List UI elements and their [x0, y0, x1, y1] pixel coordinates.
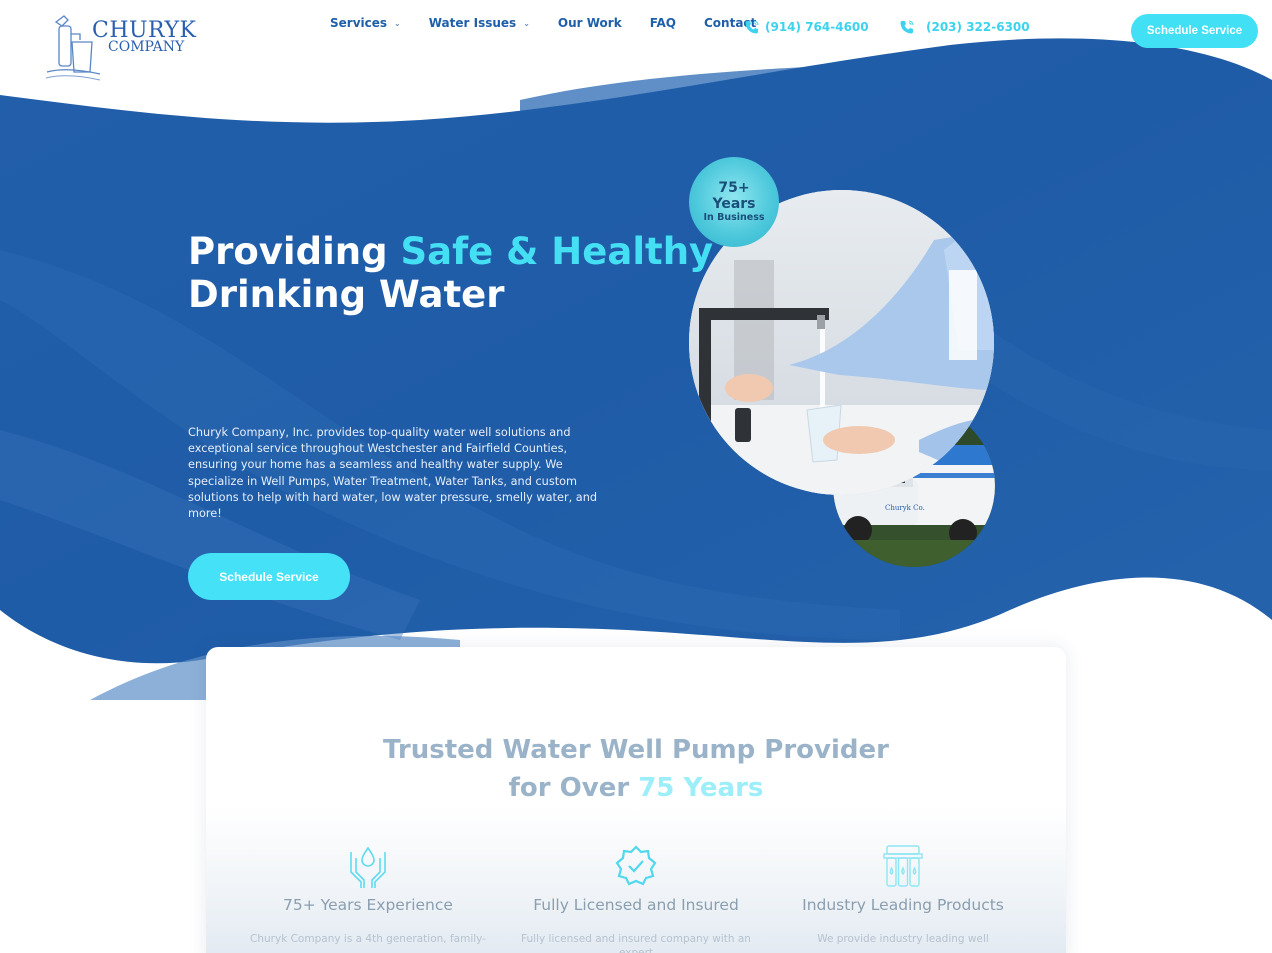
- verified-badge-icon: [506, 842, 766, 888]
- badge-years-label: Years: [712, 195, 756, 212]
- badge-years-number: 75+: [718, 179, 750, 196]
- phone-link-fairfield[interactable]: (203) 322-6300: [899, 19, 1030, 35]
- main-nav: Services ⌄ Water Issues ⌄ Our Work FAQ C…: [330, 16, 784, 30]
- company-logo[interactable]: CHURYK COMPANY: [42, 12, 196, 84]
- trust-title: Trusted Water Well Pump Provider for Ove…: [206, 731, 1066, 807]
- feature-description: Churyk Company is a 4th generation, fami…: [250, 933, 486, 945]
- nav-faq-label: FAQ: [649, 16, 676, 30]
- trust-title-accent: 75 Years: [638, 773, 764, 803]
- nav-services[interactable]: Services ⌄: [330, 16, 401, 30]
- badge-in-business: In Business: [703, 211, 765, 223]
- schedule-service-hero-button[interactable]: Schedule Service: [188, 553, 350, 600]
- hands-water-drop-icon: [238, 842, 498, 888]
- feature-title: 75+ Years Experience: [283, 896, 453, 914]
- site-header: CHURYK COMPANY Services ⌄ Water Issues ⌄…: [0, 0, 1272, 90]
- phone-number: (203) 322-6300: [926, 20, 1030, 34]
- phone-icon: [745, 20, 759, 34]
- chevron-down-icon: ⌄: [394, 18, 401, 28]
- phone-icon: [900, 20, 914, 34]
- nav-services-label: Services: [330, 16, 388, 30]
- feature-licensed: Fully Licensed and Insured Fully license…: [506, 842, 766, 953]
- hero-title-part1: Providing: [188, 230, 401, 273]
- hero-background: [0, 38, 1272, 700]
- svg-text:Churyk Co.: Churyk Co.: [885, 504, 925, 512]
- feature-experience: 75+ Years Experience Churyk Company is a…: [238, 842, 498, 946]
- feature-title: Fully Licensed and Insured: [533, 896, 739, 914]
- nav-water-issues-label: Water Issues: [428, 16, 517, 30]
- feature-description: Fully licensed and insured company with …: [521, 933, 751, 953]
- hero-title: Providing Safe & Healthy Drinking Water: [188, 230, 713, 316]
- phone-link-westchester[interactable]: (914) 764-4600: [744, 19, 869, 35]
- nav-faq[interactable]: FAQ: [650, 16, 676, 30]
- hero-description: Churyk Company, Inc. provides top-qualit…: [188, 426, 598, 521]
- hero-title-part2: Drinking Water: [188, 273, 505, 316]
- feature-products: Industry Leading Products We provide ind…: [773, 842, 1033, 946]
- chevron-down-icon: ⌄: [523, 18, 530, 28]
- trust-title-line1: Trusted Water Well Pump Provider: [383, 735, 889, 765]
- feature-title: Industry Leading Products: [802, 896, 1004, 914]
- schedule-service-header-button[interactable]: Schedule Service: [1131, 14, 1258, 48]
- feature-description: We provide industry leading well: [817, 933, 989, 945]
- trust-section-card: Trusted Water Well Pump Provider for Ove…: [206, 647, 1066, 953]
- nav-our-work[interactable]: Our Work: [558, 16, 622, 30]
- nav-our-work-label: Our Work: [557, 16, 622, 30]
- nav-water-issues[interactable]: Water Issues ⌄: [429, 16, 530, 30]
- years-in-business-badge: 75+ Years In Business: [689, 157, 779, 247]
- hero-title-accent: Safe & Healthy: [400, 230, 714, 273]
- logo-company: COMPANY: [108, 39, 185, 55]
- water-filter-system-icon: [773, 842, 1033, 888]
- phone-number: (914) 764-4600: [765, 20, 869, 34]
- trust-title-prefix: for Over: [508, 773, 639, 803]
